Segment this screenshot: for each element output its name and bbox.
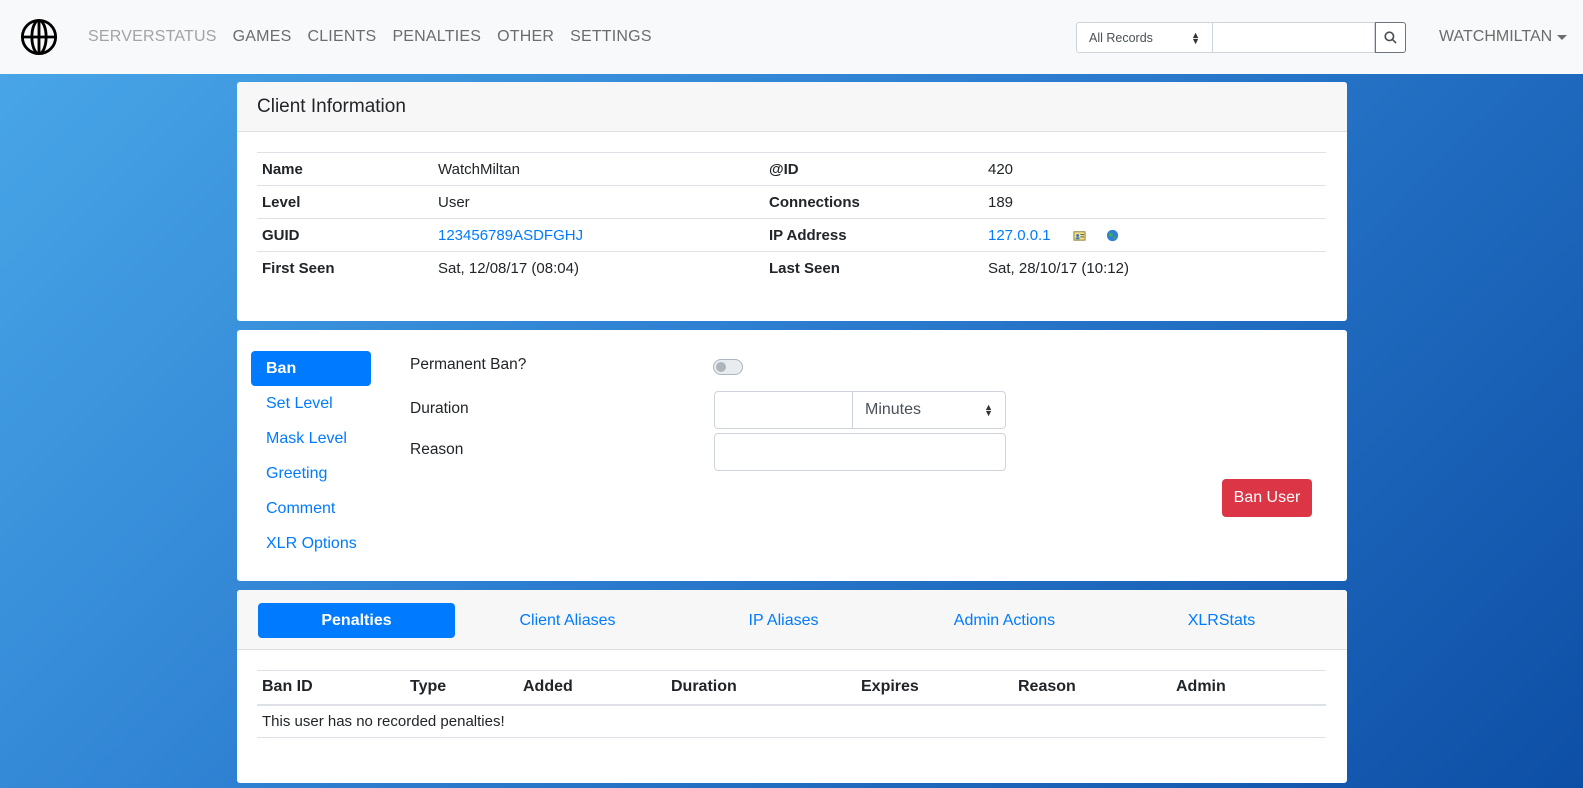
- column-header[interactable]: Ban ID: [257, 670, 405, 706]
- column-header[interactable]: Duration: [666, 670, 856, 706]
- empty-penalties-message: This user has no recorded penalties!: [257, 704, 1326, 738]
- info-label: Name: [257, 152, 433, 186]
- duration-label: Duration: [410, 400, 469, 417]
- first-seen-value: Sat, 12/08/17 (08:04): [433, 251, 764, 285]
- reason-label: Reason: [410, 441, 464, 458]
- tab-xlrstats[interactable]: XLRStats: [1123, 603, 1320, 638]
- top-navbar: SERVERSTATUS GAMES CLIENTS PENALTIES OTH…: [0, 0, 1583, 74]
- select-updown-icon: ▲ ▼: [1191, 29, 1200, 46]
- search-scope-value: All Records: [1089, 30, 1153, 45]
- penalties-table: Ban ID Type Added Duration Expires Reaso…: [257, 670, 1326, 738]
- table-row: This user has no recorded penalties!: [257, 704, 1326, 738]
- main-nav: SERVERSTATUS GAMES CLIENTS PENALTIES OTH…: [88, 0, 668, 74]
- info-label: IP Address: [764, 218, 983, 252]
- client-name-value: WatchMiltan: [433, 152, 764, 186]
- connections-value: 189: [983, 185, 1326, 219]
- select-updown-icon: ▲ ▼: [984, 402, 993, 418]
- client-info-table: Name WatchMiltan @ID 420 Level User Conn…: [257, 152, 1326, 285]
- globe-logo-icon[interactable]: [20, 18, 58, 56]
- client-level-value: User: [433, 185, 764, 219]
- client-info-card: Client Information Name WatchMiltan @ID …: [237, 82, 1347, 321]
- duration-input[interactable]: [714, 391, 853, 429]
- id-card-icon[interactable]: [1073, 229, 1086, 242]
- permanent-ban-label: Permanent Ban?: [410, 356, 527, 373]
- geo-globe-icon[interactable]: [1106, 229, 1119, 242]
- tab-penalties[interactable]: Penalties: [258, 603, 455, 638]
- table-header-row: Ban ID Type Added Duration Expires Reaso…: [257, 670, 1326, 706]
- search-button[interactable]: [1375, 22, 1406, 53]
- search-icon: [1384, 31, 1397, 44]
- client-actions-card: Ban Set Level Mask Level Greeting Commen…: [237, 330, 1347, 581]
- column-header[interactable]: Type: [405, 670, 518, 706]
- nav-other[interactable]: OTHER: [497, 28, 554, 46]
- nav-clients[interactable]: CLIENTS: [307, 28, 376, 46]
- tab-ip-aliases[interactable]: IP Aliases: [685, 603, 882, 638]
- tab-client-aliases[interactable]: Client Aliases: [469, 603, 666, 638]
- pill-ban[interactable]: Ban: [251, 351, 371, 386]
- search-input[interactable]: [1213, 22, 1375, 53]
- reason-input[interactable]: [714, 433, 1006, 471]
- pill-xlr-options[interactable]: XLR Options: [251, 526, 371, 561]
- info-row: Name WatchMiltan @ID 420: [257, 152, 1326, 186]
- user-name: WATCHMILTAN: [1439, 28, 1553, 45]
- column-header[interactable]: Admin: [1171, 670, 1326, 706]
- nav-serverstatus[interactable]: SERVERSTATUS: [88, 28, 217, 46]
- client-info-title: Client Information: [237, 82, 1347, 132]
- info-row: Level User Connections 189: [257, 185, 1326, 219]
- tab-admin-actions[interactable]: Admin Actions: [906, 603, 1103, 638]
- permanent-ban-toggle[interactable]: [713, 359, 743, 375]
- last-seen-value: Sat, 28/10/17 (10:12): [983, 251, 1326, 285]
- duration-unit-select[interactable]: Minutes ▲ ▼: [852, 391, 1006, 429]
- pill-mask-level[interactable]: Mask Level: [251, 421, 371, 456]
- nav-penalties[interactable]: PENALTIES: [392, 28, 481, 46]
- caret-down-icon: [1557, 34, 1568, 40]
- nav-settings[interactable]: SETTINGS: [570, 28, 652, 46]
- info-label: First Seen: [257, 251, 433, 285]
- guid-link[interactable]: 123456789ASDFGHJ: [438, 227, 583, 244]
- pill-set-level[interactable]: Set Level: [251, 386, 371, 421]
- pill-greeting[interactable]: Greeting: [251, 456, 371, 491]
- info-label: Last Seen: [764, 251, 983, 285]
- action-pill-nav: Ban Set Level Mask Level Greeting Commen…: [251, 351, 371, 561]
- nav-games[interactable]: GAMES: [233, 28, 292, 46]
- column-header[interactable]: Reason: [1013, 670, 1171, 706]
- info-label: @ID: [764, 152, 983, 186]
- duration-unit-value: Minutes: [865, 401, 922, 418]
- search-scope-select[interactable]: All Records ▲ ▼: [1076, 22, 1213, 53]
- client-tabs-card: Penalties Client Aliases IP Aliases Admi…: [237, 590, 1347, 783]
- info-row: First Seen Sat, 12/08/17 (08:04) Last Se…: [257, 251, 1326, 285]
- search-bar: All Records ▲ ▼: [1076, 22, 1406, 53]
- column-header[interactable]: Expires: [856, 670, 1013, 706]
- info-label: GUID: [257, 218, 433, 252]
- column-header[interactable]: Added: [518, 670, 666, 706]
- ban-user-button[interactable]: Ban User: [1222, 479, 1312, 517]
- info-label: Level: [257, 185, 433, 219]
- tabs-header: Penalties Client Aliases IP Aliases Admi…: [237, 590, 1347, 650]
- pill-comment[interactable]: Comment: [251, 491, 371, 526]
- ip-address-link[interactable]: 127.0.0.1: [988, 227, 1051, 244]
- client-id-value: 420: [983, 152, 1326, 186]
- info-row: GUID 123456789ASDFGHJ IP Address 127.0.0…: [257, 218, 1326, 252]
- info-label: Connections: [764, 185, 983, 219]
- user-menu-dropdown[interactable]: WATCHMILTAN: [1439, 28, 1568, 46]
